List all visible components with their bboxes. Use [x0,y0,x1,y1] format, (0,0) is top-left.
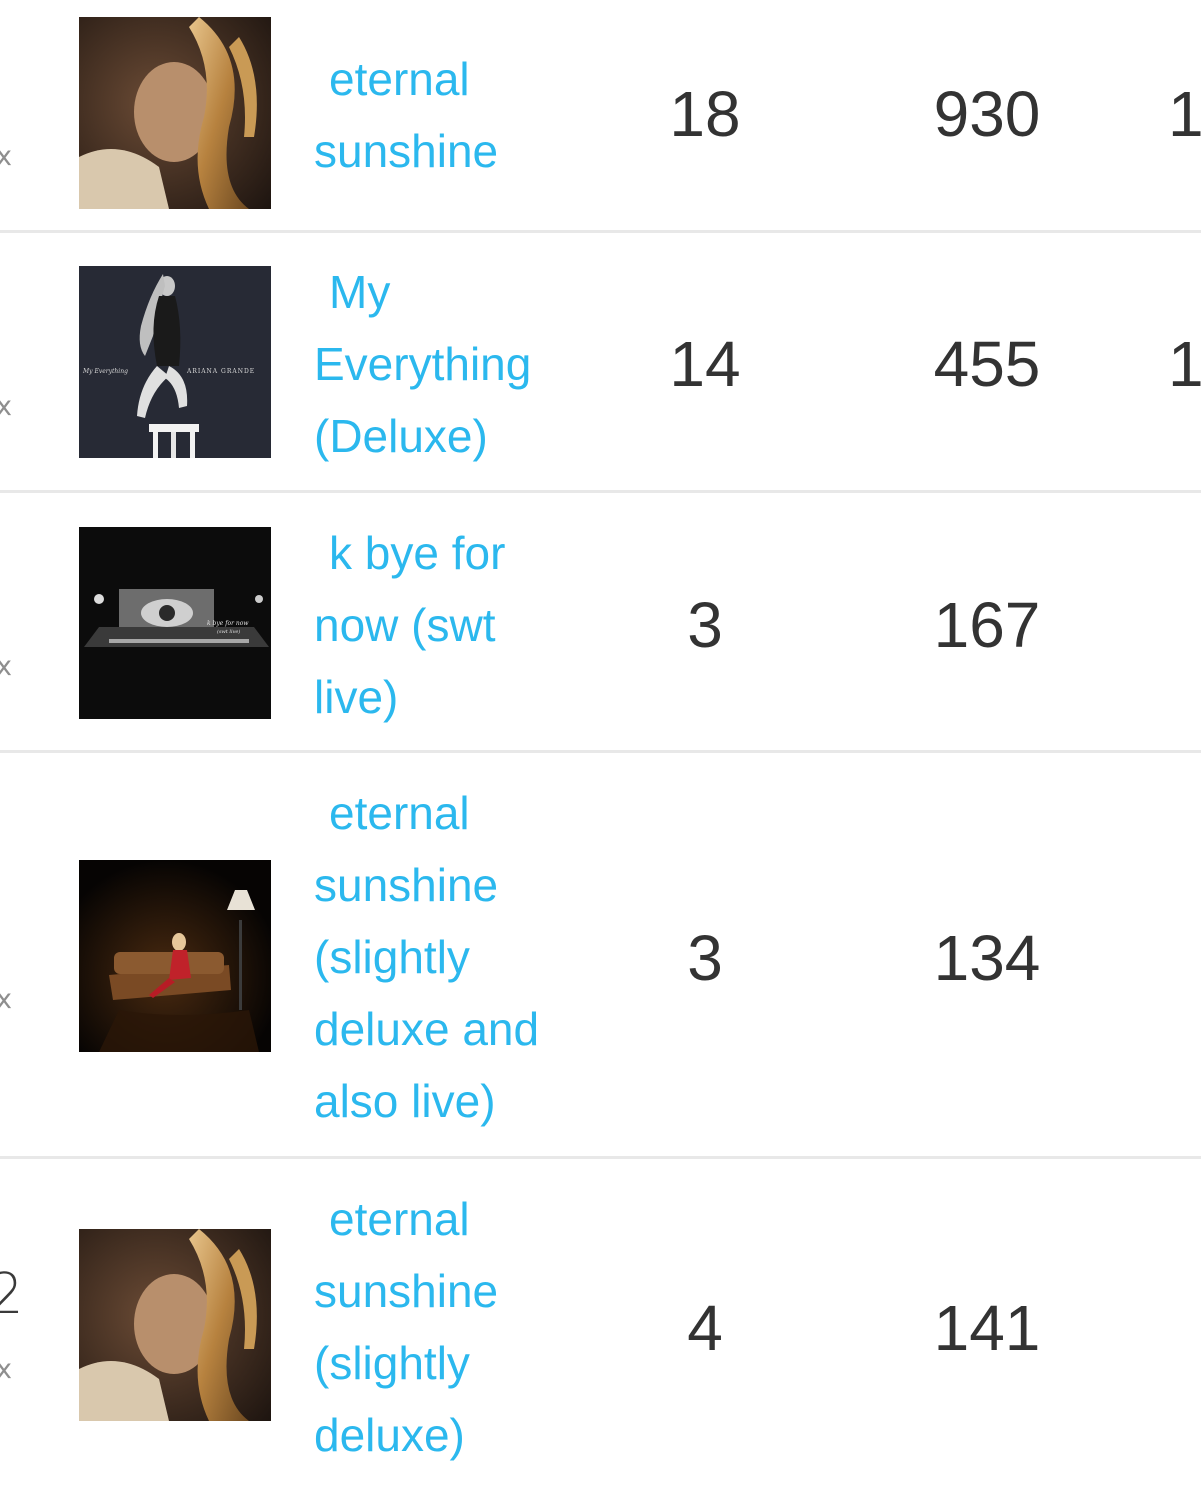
eternal-sunshine-deluxe-cover-image [79,1229,271,1421]
eternal-sunshine-live-cover-image [79,860,271,1052]
k-bye-for-now-cover-image: k bye for now (swt live) [79,527,271,719]
track-count: 14 [669,328,741,400]
album-cover[interactable] [79,860,271,1052]
play-count: 167 [933,589,1041,661]
track-count: 4 [687,1292,723,1364]
cover-script-text: My Everything [82,368,128,375]
cover-script-text: k bye for now [207,620,249,627]
play-count: 455 [933,328,1041,400]
album-title-link[interactable]: eternal sunshine (slightly deluxe) [314,1183,584,1471]
album-title-link[interactable]: eternal sunshine (slightly deluxe and al… [314,777,584,1137]
track-count: 18 [669,78,741,150]
my-everything-cover-image: My Everything ARIANA GRANDE [79,266,271,458]
table-row[interactable]: 2 x eternal sunshine (slightly deluxe) 4… [0,1159,1201,1489]
table-row[interactable]: x eternal sunshine (slightly deluxe and … [0,753,1201,1159]
row-marker: x [0,651,12,682]
album-cover[interactable] [79,1229,271,1421]
row-marker: x [0,141,12,172]
extra-value: 1 [1168,328,1201,400]
album-title-link[interactable]: eternal sunshine [314,43,584,187]
album-cover[interactable]: k bye for now (swt live) [79,527,271,719]
row-marker: x [0,1354,12,1385]
track-count: 3 [687,589,723,661]
album-title-link[interactable]: My Everything (Deluxe) [314,256,584,472]
table-row[interactable]: x My Everything ARIANA GRANDE My Everyth… [0,233,1201,493]
eternal-sunshine-cover-image [79,17,271,209]
album-title-link[interactable]: k bye for now (swt live) [314,517,584,733]
play-count: 930 [933,78,1041,150]
table-row[interactable]: x k bye for now (swt live) k bye for now… [0,493,1201,753]
row-marker: x [0,391,12,422]
play-count: 134 [933,922,1041,994]
cover-artist-text: ARIANA GRANDE [186,368,255,375]
cover-sub-text: (swt live) [217,628,240,635]
track-count: 3 [687,922,723,994]
play-count: 141 [933,1292,1041,1364]
extra-value: 1 [1168,78,1201,150]
rank-number: 2 [0,1262,24,1327]
table-row[interactable]: x eternal sunshine 18 930 1 [0,0,1201,233]
row-marker: x [0,984,12,1015]
album-cover[interactable]: My Everything ARIANA GRANDE [79,266,271,458]
album-cover[interactable] [79,17,271,209]
